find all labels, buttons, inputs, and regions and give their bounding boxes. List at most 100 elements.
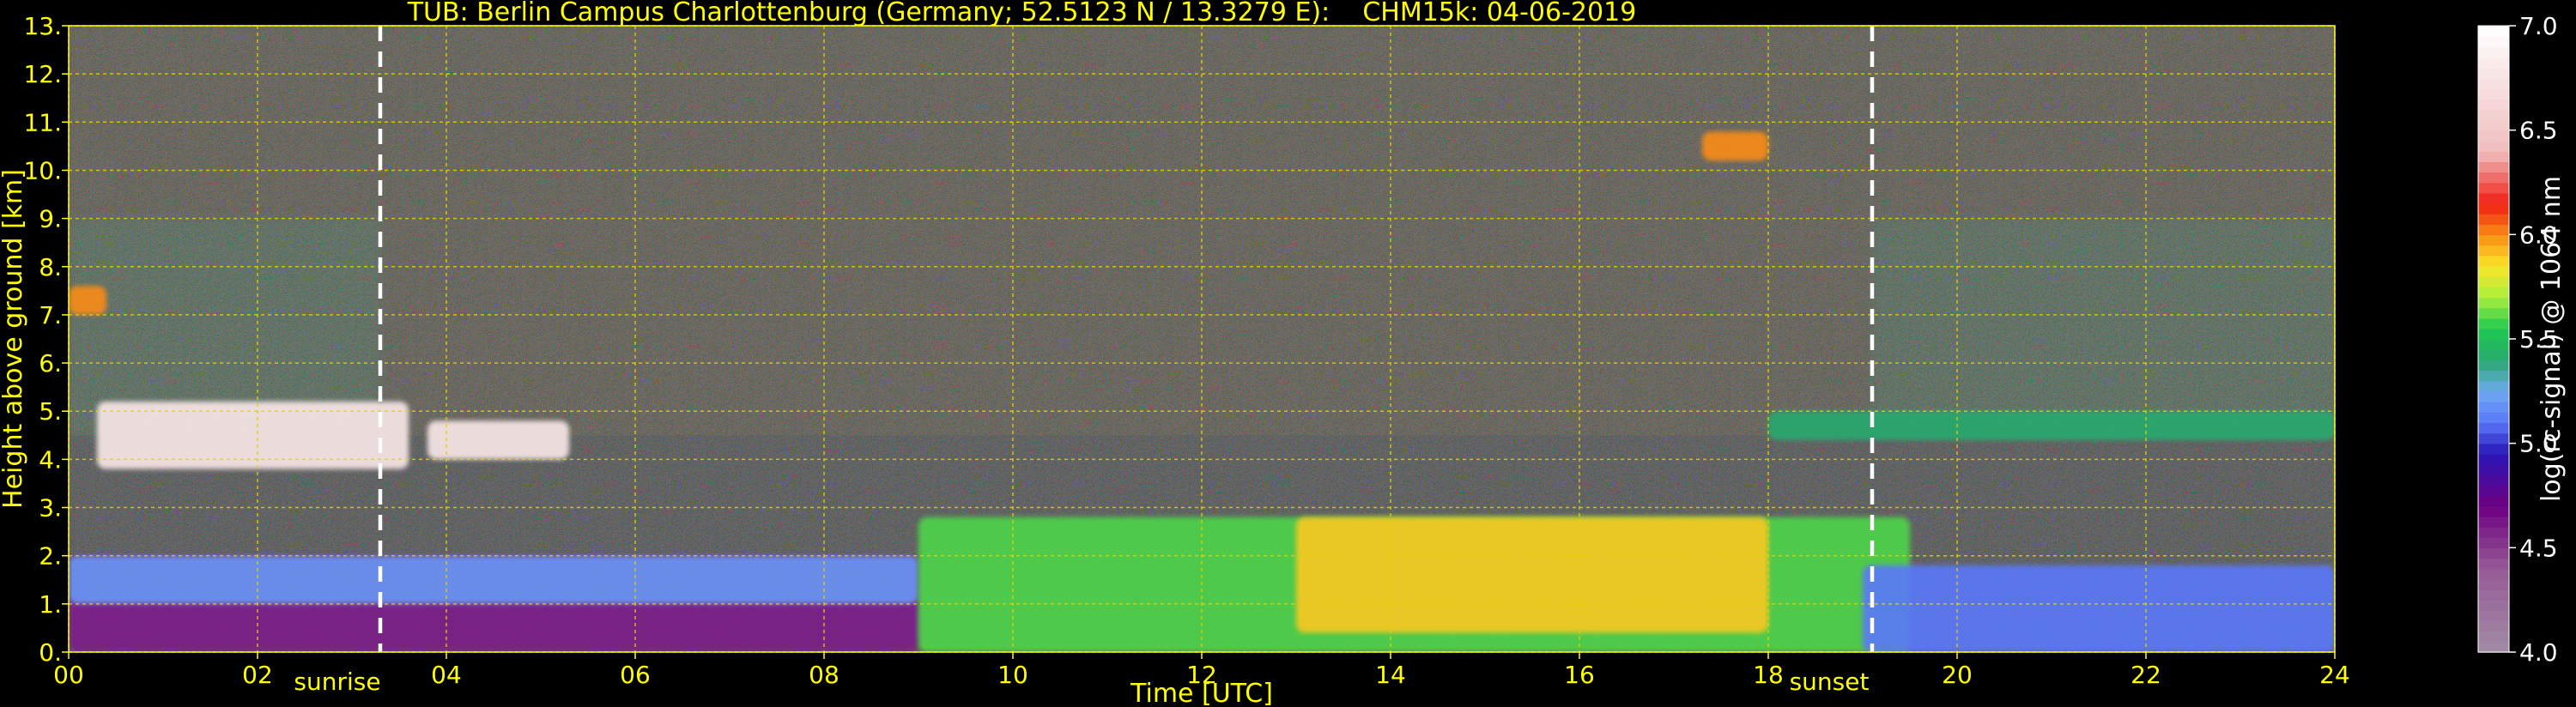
colorbar-tick-label: 4.0 — [2519, 638, 2558, 667]
sunrise-label: sunrise — [294, 668, 380, 696]
colorbar-segment — [2478, 537, 2509, 549]
signal-layer — [1702, 131, 1768, 161]
colorbar-segment — [2478, 36, 2509, 48]
y-tick-label: 4. — [39, 445, 62, 474]
colorbar-segment — [2478, 349, 2509, 361]
colorbar-segment — [2478, 443, 2509, 455]
y-tick-label: 0. — [39, 638, 62, 667]
colorbar-segment — [2478, 234, 2509, 246]
colorbar-segment — [2478, 402, 2509, 413]
colorbar-segment — [2478, 495, 2509, 507]
colorbar-segment — [2478, 505, 2509, 517]
colorbar-tick-label: 4.5 — [2519, 534, 2558, 562]
colorbar-segment — [2478, 245, 2509, 257]
colorbar-segment — [2478, 265, 2509, 277]
colorbar-segment — [2478, 202, 2509, 215]
colorbar-segment — [2478, 631, 2509, 643]
colorbar-segment — [2478, 600, 2509, 612]
colorbar-segment — [2478, 88, 2509, 100]
colorbar-segment — [2478, 432, 2509, 444]
signal-layer — [1863, 565, 2335, 652]
y-tick-label: 9. — [39, 205, 62, 233]
y-tick-label: 3. — [39, 494, 62, 523]
y-tick-label: 2. — [39, 542, 62, 571]
signal-layer — [1296, 517, 1768, 633]
colorbar-segment — [2478, 370, 2509, 382]
colorbar-segment — [2478, 558, 2509, 570]
colorbar-segment — [2478, 360, 2509, 372]
colorbar-segment — [2478, 516, 2509, 528]
colorbar-segment — [2478, 224, 2509, 236]
colorbar-segment — [2478, 589, 2509, 601]
colorbar-segment — [2478, 26, 2509, 37]
y-tick-label: 11. — [23, 108, 62, 136]
colorbar-segment — [2478, 610, 2509, 622]
y-axis-label: Height above ground [km] — [0, 169, 28, 509]
colorbar-segment — [2478, 412, 2509, 424]
colorbar-segment — [2478, 99, 2509, 111]
colorbar-segment — [2478, 182, 2509, 194]
y-tick-label: 7. — [39, 301, 62, 329]
colorbar-tick-label: 7.0 — [2519, 12, 2558, 40]
colorbar-segment — [2478, 287, 2509, 299]
x-tick-label: 16 — [1564, 661, 1595, 689]
colorbar-segment — [2478, 578, 2509, 590]
x-tick-label: 02 — [242, 661, 273, 689]
colorbar-segment — [2478, 339, 2509, 350]
y-tick-label: 6. — [39, 349, 62, 378]
colorbar-tick-label: 6.5 — [2519, 117, 2558, 145]
signal-layer — [427, 420, 569, 460]
colorbar-segment — [2478, 380, 2509, 392]
colorbar-segment — [2478, 109, 2509, 121]
chart-svg: 00 02 04 06 08 10 12 14 16 18 20 22 240.1.2.3.4.5.6.… — [0, 12, 2567, 707]
colorbar-segment — [2478, 172, 2509, 184]
signal-layer — [69, 286, 106, 315]
colorbar-segment — [2478, 485, 2509, 497]
colorbar-segment — [2478, 328, 2509, 340]
sunset-label: sunset — [1790, 668, 1870, 696]
colorbar-segment — [2478, 474, 2509, 486]
signal-layer — [97, 402, 409, 469]
ceilometer-figure: TUB: Berlin Campus Charlottenburg (Germa… — [0, 0, 2576, 707]
colorbar-segment — [2478, 46, 2509, 58]
colorbar-label: log(rc-signal) @ 1064 nm — [2537, 176, 2567, 502]
colorbar-segment — [2478, 67, 2509, 79]
colorbar-segment — [2478, 192, 2509, 204]
x-tick-label: 22 — [2131, 661, 2161, 689]
colorbar-segment — [2478, 214, 2509, 225]
x-tick-label: 20 — [1942, 661, 1973, 689]
colorbar-segment — [2478, 161, 2509, 173]
colorbar-segment — [2478, 151, 2509, 162]
colorbar-segment — [2478, 422, 2509, 434]
x-tick-label: 24 — [2319, 661, 2350, 689]
colorbar-segment — [2478, 464, 2509, 475]
y-tick-label: 10. — [23, 156, 62, 184]
y-tick-label: 5. — [39, 397, 62, 426]
colorbar-segment — [2478, 453, 2509, 465]
colorbar-segment — [2478, 130, 2509, 142]
x-tick-label: 04 — [431, 661, 462, 689]
colorbar-segment — [2478, 568, 2509, 580]
colorbar-segment — [2478, 317, 2509, 329]
x-tick-label: 06 — [620, 661, 651, 689]
colorbar-segment — [2478, 77, 2509, 89]
x-tick-label: 10 — [997, 661, 1028, 689]
colorbar-segment — [2478, 547, 2509, 559]
signal-layer — [69, 555, 918, 604]
colorbar-segment — [2478, 255, 2509, 267]
colorbar-segment — [2478, 390, 2509, 402]
colorbar-segment — [2478, 276, 2509, 287]
x-tick-label: 14 — [1375, 661, 1406, 689]
colorbar-segment — [2478, 297, 2509, 309]
signal-layer — [1768, 411, 2335, 440]
x-tick-label: 18 — [1753, 661, 1784, 689]
colorbar-segment — [2478, 527, 2509, 538]
colorbar-segment — [2478, 641, 2509, 653]
y-tick-label: 8. — [39, 253, 62, 281]
colorbar-segment — [2478, 307, 2509, 319]
colorbar-segment — [2478, 620, 2509, 632]
y-tick-label: 12. — [23, 60, 62, 88]
colorbar-segment — [2478, 140, 2509, 152]
colorbar-segment — [2478, 57, 2509, 69]
colorbar-segment — [2478, 119, 2509, 131]
